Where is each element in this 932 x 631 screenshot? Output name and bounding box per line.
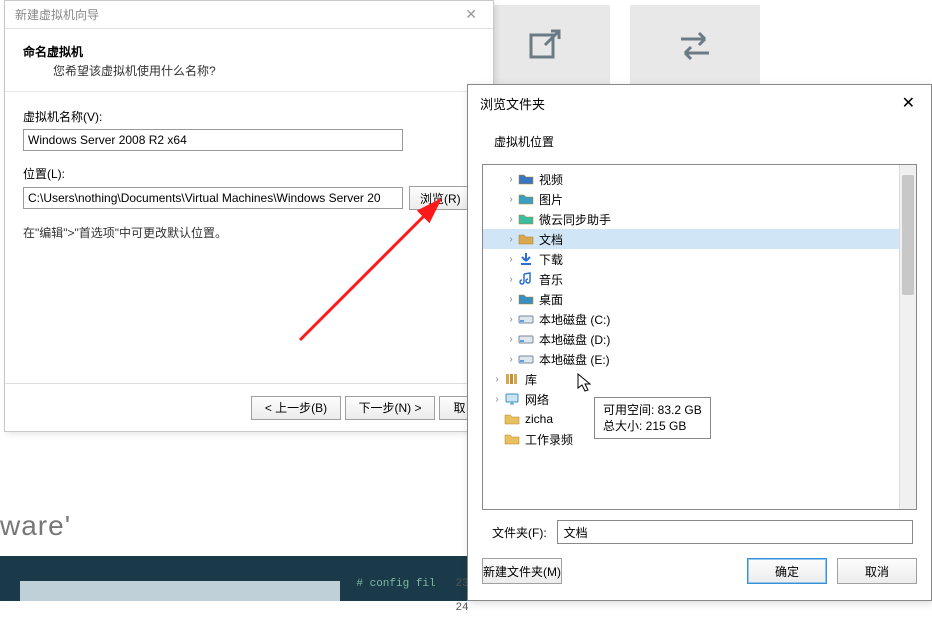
doc-icon: [517, 231, 535, 247]
folder-icon: [503, 411, 521, 427]
tree-item-label: 桌面: [539, 291, 563, 308]
close-icon[interactable]: ✕: [459, 6, 483, 23]
wizard-titlebar: 新建虚拟机向导 ✕: [5, 1, 493, 29]
chevron-right-icon[interactable]: ›: [505, 274, 517, 285]
wizard-footer: < 上一步(B) 下一步(N) > 取: [5, 383, 493, 431]
tree-item-disk-8[interactable]: › 本地磁盘 (D:): [483, 329, 916, 349]
browse-subtitle: 虚拟机位置: [468, 119, 931, 164]
folder-field-label: 文件夹(F):: [492, 524, 547, 541]
chevron-right-icon[interactable]: ›: [505, 294, 517, 305]
chevron-right-icon[interactable]: ›: [491, 374, 503, 385]
swap-button[interactable]: [630, 5, 760, 85]
open-external-button[interactable]: [480, 5, 610, 85]
wizard-heading: 命名虚拟机: [23, 43, 475, 60]
wizard-hint: 在"编辑">"首选项"中可更改默认位置。: [23, 224, 475, 241]
down-icon: [517, 251, 535, 267]
chevron-right-icon[interactable]: ›: [505, 194, 517, 205]
background-toolbar: [480, 5, 760, 85]
desk-icon: [517, 291, 535, 307]
next-button[interactable]: 下一步(N) >: [345, 396, 435, 420]
tree-item-lib[interactable]: ›库: [483, 369, 916, 389]
folder-field-row: 文件夹(F):: [468, 510, 931, 546]
tree-item-label: 本地磁盘 (C:): [539, 311, 610, 328]
chevron-right-icon[interactable]: ›: [505, 234, 517, 245]
tree-item-sync[interactable]: › 微云同步助手: [483, 209, 916, 229]
folder-icon: [503, 431, 521, 447]
tree-item-label: 文档: [539, 231, 563, 248]
chevron-right-icon[interactable]: ›: [505, 334, 517, 345]
wizard-title-text: 新建虚拟机向导: [15, 6, 99, 23]
disk-icon: [517, 311, 535, 327]
scrollbar[interactable]: [899, 165, 916, 509]
tree-item-disk-9[interactable]: › 本地磁盘 (E:): [483, 349, 916, 369]
wizard-subheading: 您希望该虚拟机使用什么名称?: [23, 62, 475, 79]
brand-fragment: ware': [0, 510, 71, 542]
video-icon: [517, 171, 535, 187]
tree-item-label: 网络: [525, 391, 549, 408]
vm-location-input[interactable]: [23, 187, 403, 209]
chevron-right-icon[interactable]: ›: [505, 354, 517, 365]
tree-item-label: 工作录频: [525, 431, 573, 448]
disk-icon: [517, 331, 535, 347]
tooltip-free-space: 可用空间: 83.2 GB: [603, 402, 702, 418]
tree-item-video[interactable]: › 视频: [483, 169, 916, 189]
back-button[interactable]: < 上一步(B): [251, 396, 341, 420]
tooltip-total-size: 总大小: 215 GB: [603, 418, 702, 434]
sync-icon: [517, 211, 535, 227]
chevron-right-icon[interactable]: ›: [491, 394, 503, 405]
tree-item-pic[interactable]: › 图片: [483, 189, 916, 209]
tree-item-label: 微云同步助手: [539, 211, 611, 228]
browse-titlebar: 浏览文件夹 ✕: [468, 85, 931, 119]
wizard-header: 命名虚拟机 您希望该虚拟机使用什么名称?: [5, 29, 493, 92]
tree-item-music[interactable]: › 音乐: [483, 269, 916, 289]
tree-item-desk[interactable]: › 桌面: [483, 289, 916, 309]
tree-item-disk-7[interactable]: › 本地磁盘 (C:): [483, 309, 916, 329]
tree-item-label: zicha: [525, 412, 553, 426]
new-vm-wizard-dialog: 新建虚拟机向导 ✕ 命名虚拟机 您希望该虚拟机使用什么名称? 虚拟机名称(V):…: [4, 0, 494, 432]
chevron-right-icon[interactable]: ›: [505, 214, 517, 225]
ok-button[interactable]: 确定: [747, 558, 827, 584]
tree-item-label: 视频: [539, 171, 563, 188]
tree-item-label: 下载: [539, 251, 563, 268]
chevron-right-icon[interactable]: ›: [505, 174, 517, 185]
browse-title-text: 浏览文件夹: [480, 94, 545, 113]
folder-tree: › 视频 › 图片 › 微云同步助手 › 文档 › 下载 › 音乐 › 桌面 › 本地磁盘 (C:) › 本地磁盘…: [482, 164, 917, 510]
vm-location-label: 位置(L):: [23, 165, 475, 182]
tree-item-down[interactable]: › 下载: [483, 249, 916, 269]
close-icon[interactable]: ✕: [898, 93, 919, 113]
tree-item-label: 音乐: [539, 271, 563, 288]
drive-tooltip: 可用空间: 83.2 GB 总大小: 215 GB: [594, 397, 711, 439]
tree-item-label: 本地磁盘 (D:): [539, 331, 610, 348]
lib-icon: [503, 371, 521, 387]
browse-footer: 新建文件夹(M) 确定 取消: [468, 546, 931, 600]
chevron-right-icon[interactable]: ›: [505, 254, 517, 265]
terminal-strip: # config fil 23 pad 24: [0, 556, 480, 601]
pic-icon: [517, 191, 535, 207]
tree-item-doc[interactable]: › 文档: [483, 229, 916, 249]
tree-item-label: 本地磁盘 (E:): [539, 351, 610, 368]
browse-button[interactable]: 浏览(R): [409, 186, 472, 210]
new-folder-button[interactable]: 新建文件夹(M): [482, 558, 562, 584]
tree-item-label: 图片: [539, 191, 563, 208]
browse-folder-dialog: 浏览文件夹 ✕ 虚拟机位置 ›视频›图片›微云同步助手›文档›下载›音乐›桌面›…: [467, 84, 932, 601]
wizard-body: 虚拟机名称(V): 位置(L): 浏览(R) 在"编辑">"首选项"中可更改默认…: [5, 92, 493, 257]
chevron-right-icon[interactable]: ›: [505, 314, 517, 325]
folder-field-input[interactable]: [557, 520, 913, 544]
disk-icon: [517, 351, 535, 367]
vm-name-input[interactable]: [23, 129, 403, 151]
net-icon: [503, 391, 521, 407]
vm-name-label: 虚拟机名称(V):: [23, 108, 475, 125]
music-icon: [517, 271, 535, 287]
cancel-button[interactable]: 取消: [837, 558, 917, 584]
tree-item-label: 库: [525, 371, 537, 388]
